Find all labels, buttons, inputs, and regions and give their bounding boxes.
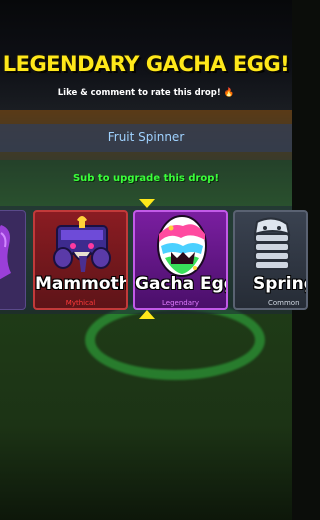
- subscribe-cta-text: Sub to upgrade this drop!: [72, 173, 220, 184]
- card-name: Spring: [253, 274, 306, 294]
- page-title: LEGENDARY GACHA EGG!: [2, 52, 290, 76]
- subtitle-text: Like & comment to rate this drop! 🔥: [57, 88, 235, 98]
- card-name: Gacha Egg: [135, 274, 228, 294]
- card-rarity: Common: [268, 299, 300, 307]
- selector-top-arrow-icon: [139, 199, 155, 208]
- purple-fruit-icon: [0, 225, 11, 280]
- spinner-card-partial-left: [0, 210, 26, 310]
- mammoth-fruit-icon: [53, 216, 111, 272]
- selector-bottom-arrow-icon: [139, 310, 155, 319]
- spring-fruit-icon: [253, 217, 291, 270]
- card-rarity: Mythical: [65, 299, 96, 307]
- card-rarity: Legendary: [161, 299, 200, 307]
- gacha-egg-icon: [157, 215, 207, 277]
- spinner-title: Fruit Spinner: [107, 130, 185, 144]
- spinner-card-spring: Spring Common: [233, 210, 308, 310]
- spinner-card-mammoth: Mammoth Mythical: [33, 210, 128, 310]
- spinner-card-gacha-egg: Gacha Egg Legendary: [133, 210, 228, 310]
- card-name: Mammoth: [35, 274, 128, 294]
